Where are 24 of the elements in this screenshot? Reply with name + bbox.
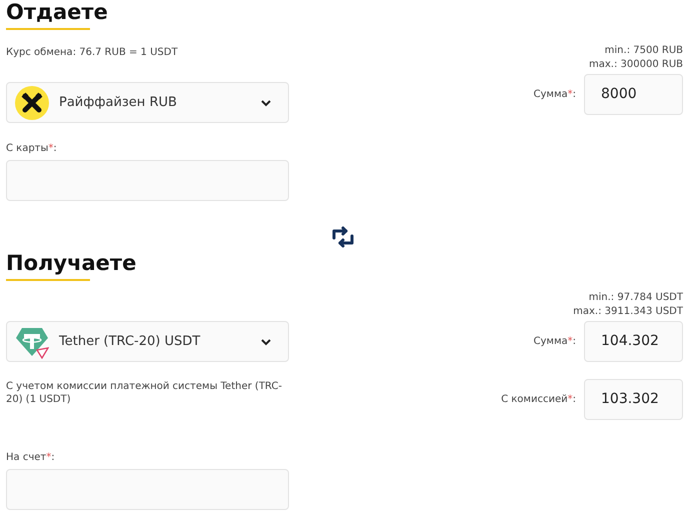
- limit-text: min.: 97.784 USDT: [588, 291, 683, 305]
- field-label: С карты*:: [6, 142, 57, 156]
- section-heading: Получаете: [6, 251, 136, 275]
- input-field[interactable]: 104.302: [584, 321, 683, 362]
- input-field[interactable]: 8000: [584, 74, 683, 115]
- currency-select[interactable]: Tether (TRC-20) USDT: [6, 321, 289, 362]
- field-label: Сумма*:: [534, 335, 576, 349]
- currency-select[interactable]: Райффайзен RUB: [6, 82, 289, 123]
- chevron-down-icon: [260, 98, 272, 106]
- input-field[interactable]: [6, 160, 289, 201]
- section-heading: Отдаете: [6, 0, 108, 24]
- limit-text: max.: 3911.343 USDT: [573, 305, 683, 319]
- chevron-down-icon: [260, 338, 272, 346]
- commission-note: С учетом комиссии платежной системы Tether (TRC-20) (1 USDT): [6, 380, 283, 406]
- field-label: С комиссией*:: [501, 393, 576, 407]
- input-field[interactable]: 103.302: [584, 379, 683, 420]
- limit-text: max.: 300000 RUB: [589, 58, 683, 72]
- swap-icon[interactable]: [331, 225, 355, 249]
- limit-text: min.: 7500 RUB: [604, 44, 683, 58]
- field-label: На счет*:: [6, 451, 55, 465]
- exchange-rate-text: Курс обмена: 76.7 RUB = 1 USDT: [6, 46, 179, 60]
- input-field[interactable]: [6, 469, 289, 510]
- field-label: Сумма*:: [534, 88, 576, 102]
- bank-logo-icon: [15, 86, 49, 120]
